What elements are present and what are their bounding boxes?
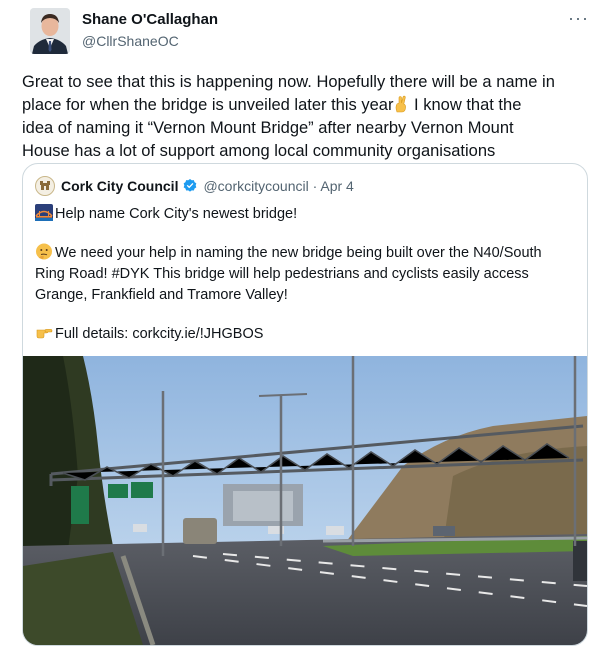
bridge-photo[interactable] (23, 356, 587, 645)
quoted-text-segment: Help name Cork City's newest bridge! (55, 206, 298, 222)
author-name[interactable]: Shane O'Callaghan (82, 11, 218, 28)
tweet-text-line: idea of naming it “Vernon Mount Bridge” … (22, 119, 514, 137)
quoted-tweet-card[interactable]: Cork City Council @corkcitycouncil · Apr… (22, 163, 588, 646)
pointing-right-emoji-icon (36, 329, 53, 339)
tweet-text-line: Great to see that this is happening now.… (22, 73, 555, 91)
quoted-tweet-header: Cork City Council @corkcitycouncil · Apr… (35, 176, 354, 196)
quoted-text-segment: We need your help in naming the new brid… (55, 245, 542, 261)
author-avatar[interactable] (30, 8, 70, 54)
more-options-icon[interactable]: ··· (568, 8, 589, 29)
tweet-text-segment: I know that the (409, 96, 522, 114)
quoted-line: Full details: corkcity.ie/!JHGBOS (35, 324, 580, 345)
quoted-author-name[interactable]: Cork City Council (61, 178, 178, 194)
verified-badge-icon (184, 179, 197, 192)
thinking-face-emoji-icon (36, 243, 52, 260)
quoted-tweet-body: Help name Cork City's newest bridge! We … (35, 204, 580, 345)
tweet-text-line: place for when the bridge is unveiled la… (22, 94, 592, 117)
quoted-line: Ring Road! #DYK This bridge will help pe… (35, 266, 529, 282)
bridge-at-night-emoji-icon (35, 204, 53, 221)
cork-city-council-logo-icon[interactable] (35, 176, 55, 196)
tweet-text: Great to see that this is happening now.… (22, 71, 592, 163)
tweet-text-segment: place for when the bridge is unveiled la… (22, 96, 394, 114)
crossed-fingers-emoji-icon (396, 95, 407, 113)
quoted-line: Help name Cork City's newest bridge! (35, 204, 580, 225)
quoted-line: We need your help in naming the new brid… (35, 243, 580, 264)
quoted-line: Grange, Frankfield and Tramore Valley! (35, 287, 288, 303)
quoted-text-segment: Full details: corkcity.ie/!JHGBOS (55, 326, 264, 342)
tweet-text-line: House has a lot of support among local c… (22, 142, 496, 160)
author-handle[interactable]: @CllrShaneOC (82, 33, 179, 49)
quoted-handle-date[interactable]: @corkcitycouncil · Apr 4 (203, 178, 353, 194)
